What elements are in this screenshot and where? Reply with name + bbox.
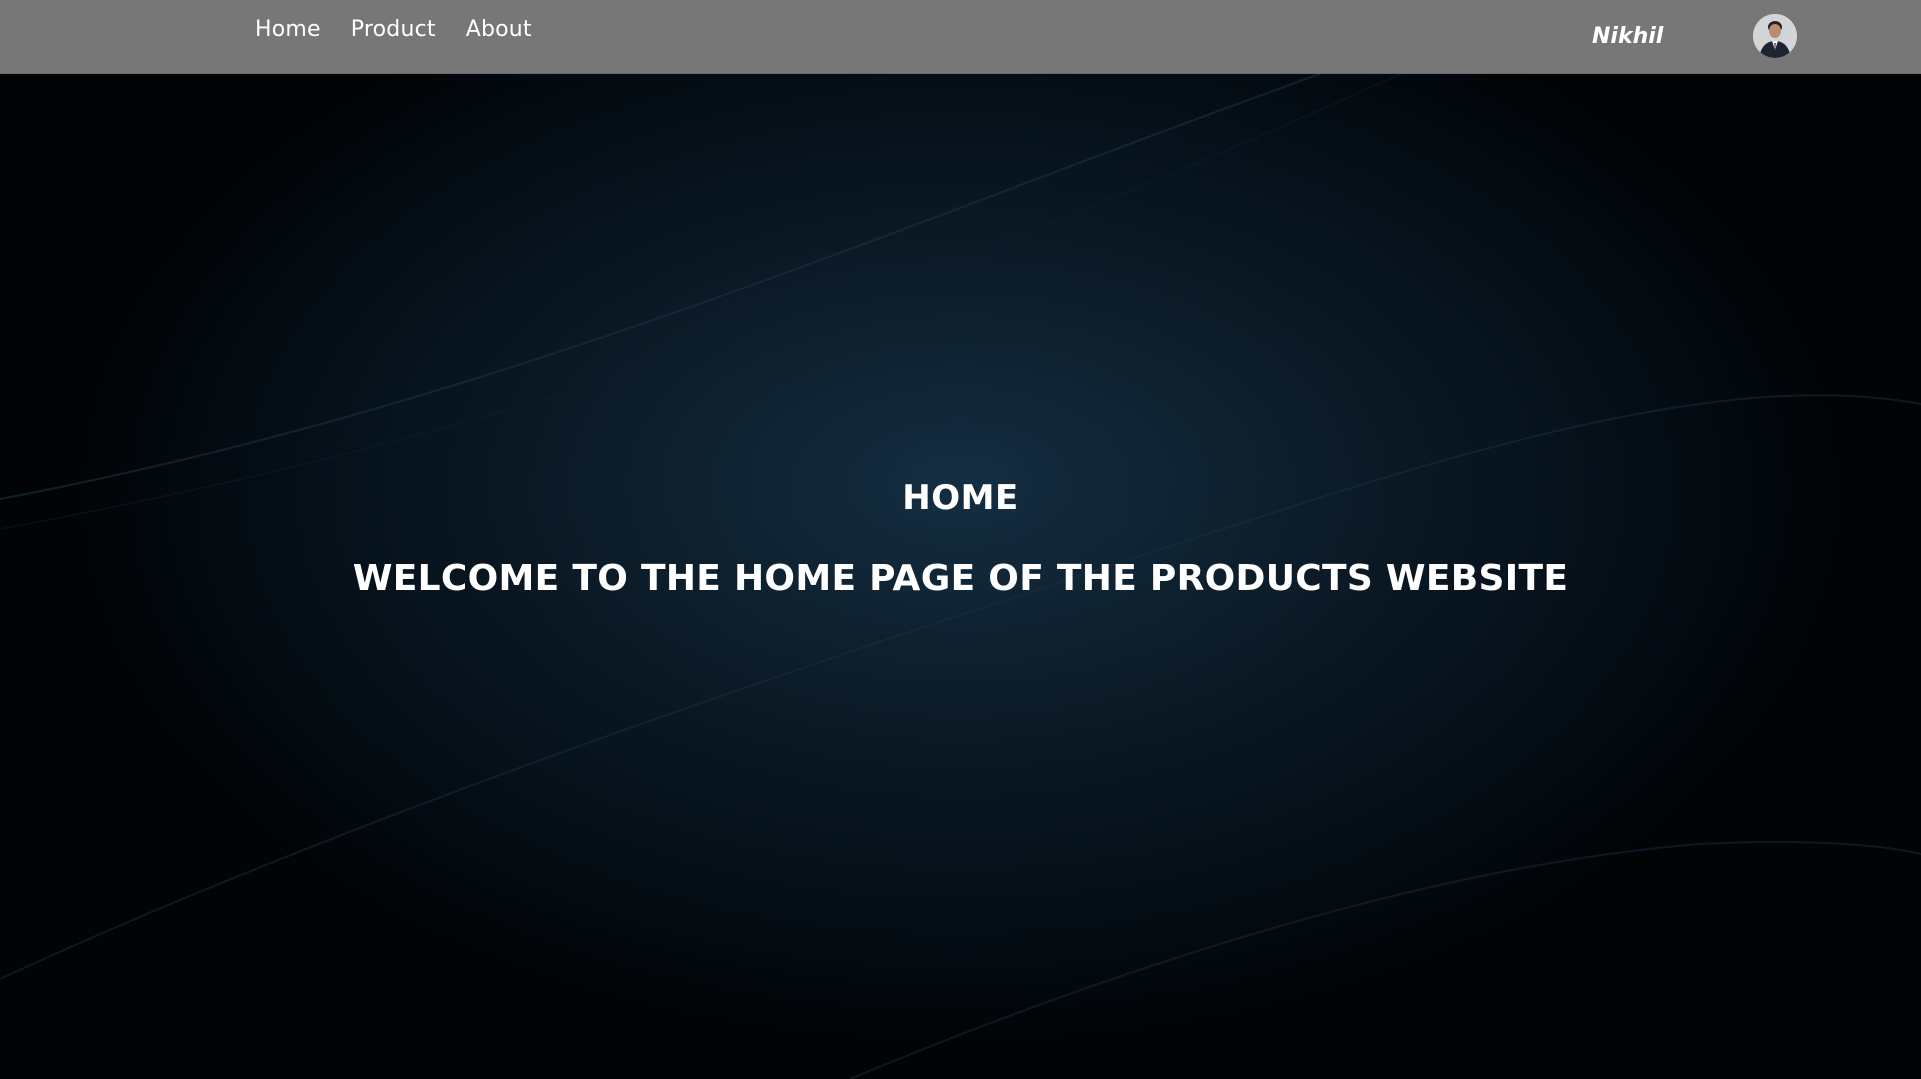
nav-link-about[interactable]: About: [466, 17, 532, 42]
avatar[interactable]: [1753, 14, 1797, 58]
nav-links: Home Product About: [255, 17, 562, 42]
nav-link-product[interactable]: Product: [351, 17, 436, 42]
user-name: Nikhil: [1592, 24, 1664, 49]
hero-section: HOME WELCOME TO THE HOME PAGE OF THE PRO…: [0, 74, 1921, 1079]
navbar: Home Product About Nikhil: [0, 0, 1921, 74]
hero-title: HOME: [902, 478, 1019, 518]
page: Home Product About Nikhil HOME WELCOME T…: [0, 0, 1921, 1079]
user-avatar-icon: [1753, 14, 1797, 58]
hero-subtitle: WELCOME TO THE HOME PAGE OF THE PRODUCTS…: [352, 558, 1569, 599]
nav-link-home[interactable]: Home: [255, 17, 321, 42]
